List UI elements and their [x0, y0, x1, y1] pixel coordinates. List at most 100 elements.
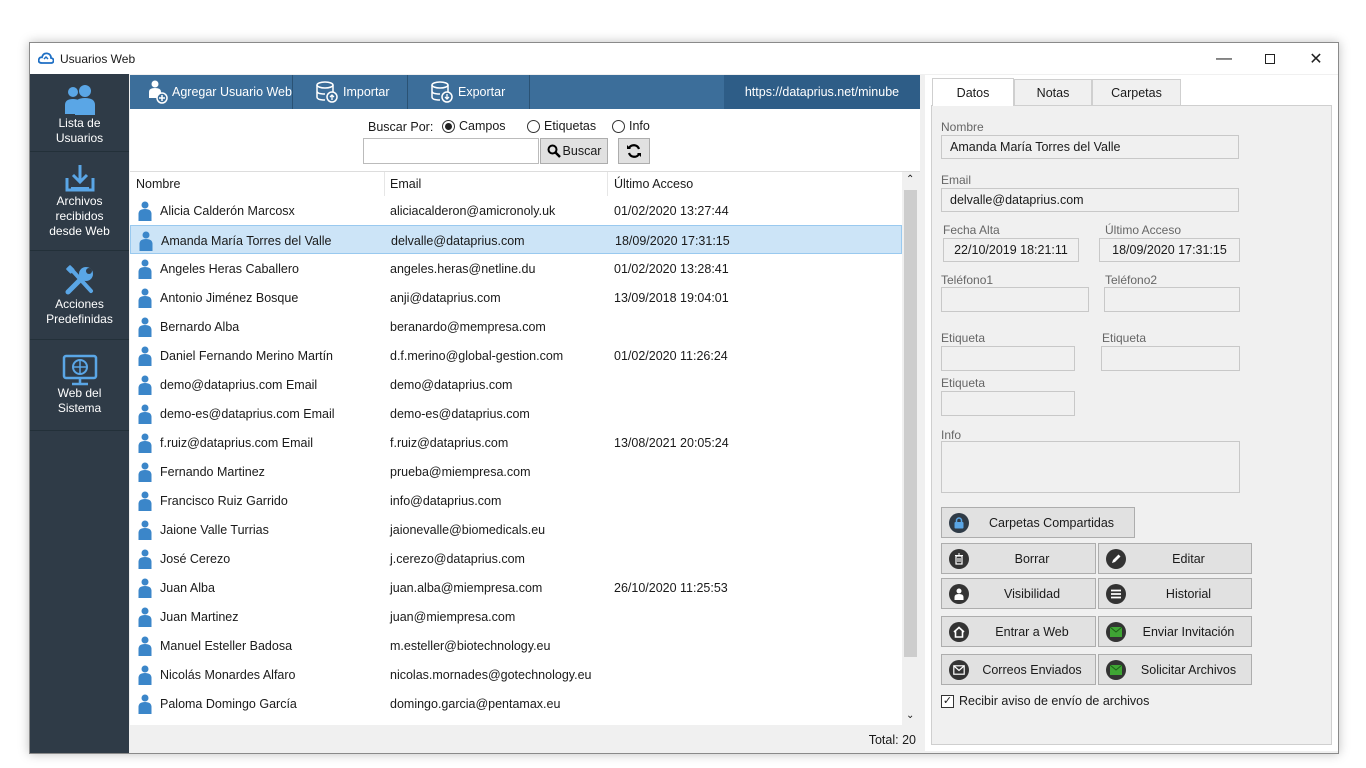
- table-row[interactable]: Juan Martinez juan@miempresa.com: [130, 602, 902, 631]
- close-icon: ✕: [1309, 50, 1323, 68]
- table-row[interactable]: Daniel Fernando Merino Martín d.f.merino@…: [130, 341, 902, 370]
- toolbar: Agregar Usuario Web Importar Exportar ht…: [130, 75, 920, 109]
- scrollbar-thumb[interactable]: [904, 190, 917, 657]
- lock-icon: [949, 512, 969, 533]
- etiqueta2-field[interactable]: [1101, 346, 1240, 371]
- tab-datos[interactable]: Datos: [932, 78, 1014, 106]
- column-header-email[interactable]: Email: [390, 177, 421, 191]
- radio-info[interactable]: Info: [612, 119, 650, 133]
- import-button[interactable]: Importar: [293, 75, 408, 109]
- sidebar-item-system-web[interactable]: Web del Sistema: [30, 340, 129, 431]
- table-row[interactable]: Fernando Martinez prueba@miempresa.com: [130, 457, 902, 486]
- person-icon: [949, 583, 969, 604]
- column-header-ultimo-acceso[interactable]: Último Acceso: [614, 177, 693, 191]
- ultimo-acceso-field[interactable]: 18/09/2020 17:31:15: [1099, 238, 1240, 262]
- total-count: Total: 20: [868, 733, 916, 747]
- search-input[interactable]: [363, 138, 539, 164]
- database-export-icon: [431, 81, 453, 103]
- telefono1-field[interactable]: [941, 287, 1089, 312]
- export-button[interactable]: Exportar: [408, 75, 530, 109]
- carpetas-compartidas-button[interactable]: Carpetas Compartidas: [941, 507, 1135, 538]
- user-icon: [138, 399, 152, 428]
- row-email: nicolas.mornades@gotechnology.eu: [390, 667, 592, 682]
- nombre-field[interactable]: Amanda María Torres del Valle: [941, 135, 1239, 159]
- table-row[interactable]: José Cerezo j.cerezo@dataprius.com: [130, 544, 902, 573]
- scroll-down-icon[interactable]: ⌄: [906, 710, 914, 721]
- sidebar-item-label: Sistema: [57, 401, 102, 415]
- table-row[interactable]: Nicolás Monardes Alfaro nicolas.mornades@…: [130, 660, 902, 689]
- table-row[interactable]: f.ruiz@dataprius.com Email f.ruiz@datapri…: [130, 428, 902, 457]
- table-row[interactable]: Francisco Ruiz Garrido info@dataprius.com: [130, 486, 902, 515]
- row-ultimo-acceso: 01/02/2020 13:27:44: [614, 203, 729, 218]
- notify-checkbox[interactable]: ✓ Recibir aviso de envío de archivos: [941, 694, 1149, 708]
- correos-enviados-button[interactable]: Correos Enviados: [941, 654, 1096, 685]
- sidebar-item-actions[interactable]: Acciones Predefinidas: [30, 251, 129, 340]
- column-header-nombre[interactable]: Nombre: [136, 177, 180, 191]
- scroll-up-icon[interactable]: ⌃: [906, 174, 914, 185]
- etiqueta1-label: Etiqueta: [941, 331, 986, 345]
- row-nombre: Francisco Ruiz Garrido: [160, 493, 288, 508]
- radio-unchecked-icon: [612, 119, 625, 133]
- visibilidad-button[interactable]: Visibilidad: [941, 578, 1096, 609]
- green-mail-icon: [1106, 621, 1126, 642]
- entrar-web-button[interactable]: Entrar a Web: [941, 616, 1096, 647]
- table-row[interactable]: Bernardo Alba beranardo@mempresa.com: [130, 312, 902, 341]
- ultimo-acceso-label: Último Acceso: [1105, 223, 1182, 237]
- etiqueta3-field[interactable]: [941, 391, 1075, 416]
- table-row[interactable]: Juan Alba juan.alba@miempresa.com 26/10/20…: [130, 573, 902, 602]
- editar-button[interactable]: Editar: [1098, 543, 1252, 574]
- table-row[interactable]: Antonio Jiménez Bosque anji@dataprius.com…: [130, 283, 902, 312]
- telefono2-field[interactable]: [1104, 287, 1240, 312]
- row-nombre: Amanda María Torres del Valle: [161, 233, 332, 248]
- table-row[interactable]: Paloma Domingo García domingo.garcia@pent…: [130, 689, 902, 718]
- borrar-button[interactable]: Borrar: [941, 543, 1096, 574]
- sidebar: Lista de Usuarios Archivos recibidos des…: [30, 74, 129, 753]
- user-icon: [139, 226, 153, 255]
- row-email: f.ruiz@dataprius.com: [390, 435, 509, 450]
- table-row[interactable]: Amanda María Torres del Valle delvalle@da…: [130, 225, 902, 254]
- row-nombre: Jaione Valle Turrias: [160, 522, 269, 537]
- table-row[interactable]: Alicia Calderón Marcosx aliciacalderon@am…: [130, 196, 902, 225]
- table-row[interactable]: Jaione Valle Turrias jaionevalle@biomedic…: [130, 515, 902, 544]
- search-button[interactable]: Buscar: [540, 138, 608, 164]
- close-button[interactable]: ✕: [1293, 43, 1338, 74]
- borrar-label: Borrar: [1014, 551, 1050, 566]
- row-nombre: demo@dataprius.com Email: [160, 377, 318, 392]
- row-nombre: Juan Alba: [160, 580, 215, 595]
- etiqueta1-field[interactable]: [941, 346, 1075, 371]
- user-icon: [138, 341, 152, 370]
- radio-etiquetas[interactable]: Etiquetas: [527, 119, 596, 133]
- fecha-alta-field[interactable]: 22/10/2019 18:21:11: [943, 238, 1079, 262]
- enviar-invitacion-button[interactable]: Enviar Invitación: [1098, 616, 1252, 647]
- historial-label: Historial: [1165, 586, 1212, 601]
- email-field[interactable]: delvalle@dataprius.com: [941, 188, 1239, 212]
- table-row[interactable]: demo-es@dataprius.com Email demo-es@datap…: [130, 399, 902, 428]
- info-field[interactable]: [941, 441, 1240, 493]
- refresh-button[interactable]: [618, 138, 650, 164]
- row-email: angeles.heras@netline.du: [390, 261, 536, 276]
- table-row[interactable]: demo@dataprius.com Email demo@dataprius.c…: [130, 370, 902, 399]
- table-row[interactable]: Manuel Esteller Badosa m.esteller@biotech…: [130, 631, 902, 660]
- tab-notas[interactable]: Notas: [1014, 79, 1092, 105]
- radio-campos[interactable]: Campos: [442, 119, 506, 133]
- database-import-icon: [316, 81, 338, 103]
- table-row[interactable]: Angeles Heras Caballero angeles.heras@net…: [130, 254, 902, 283]
- tab-carpetas[interactable]: Carpetas: [1092, 79, 1181, 105]
- pencil-icon: [1106, 548, 1126, 569]
- etiqueta3-label: Etiqueta: [941, 376, 986, 390]
- maximize-button[interactable]: [1247, 43, 1293, 74]
- row-nombre: José Cerezo: [160, 551, 231, 566]
- title-bar: Usuarios Web — ✕: [30, 43, 1338, 74]
- solicitar-archivos-button[interactable]: Solicitar Archivos: [1098, 654, 1252, 685]
- minimize-button[interactable]: —: [1201, 43, 1247, 74]
- add-user-button[interactable]: Agregar Usuario Web: [130, 75, 293, 109]
- search-bar: Buscar Por: Campos Etiquetas Info Buscar: [130, 109, 920, 172]
- historial-button[interactable]: Historial: [1098, 578, 1252, 609]
- vertical-scrollbar[interactable]: ⌃ ⌄: [902, 172, 919, 725]
- sidebar-item-users[interactable]: Lista de Usuarios: [30, 74, 129, 152]
- user-icon: [138, 486, 152, 515]
- row-nombre: Daniel Fernando Merino Martín: [160, 348, 333, 363]
- web-url-link[interactable]: https://dataprius.net/minube: [724, 75, 920, 109]
- sidebar-item-received-files[interactable]: Archivos recibidos desde Web: [30, 152, 129, 251]
- row-email: d.f.merino@global-gestion.com: [390, 348, 564, 363]
